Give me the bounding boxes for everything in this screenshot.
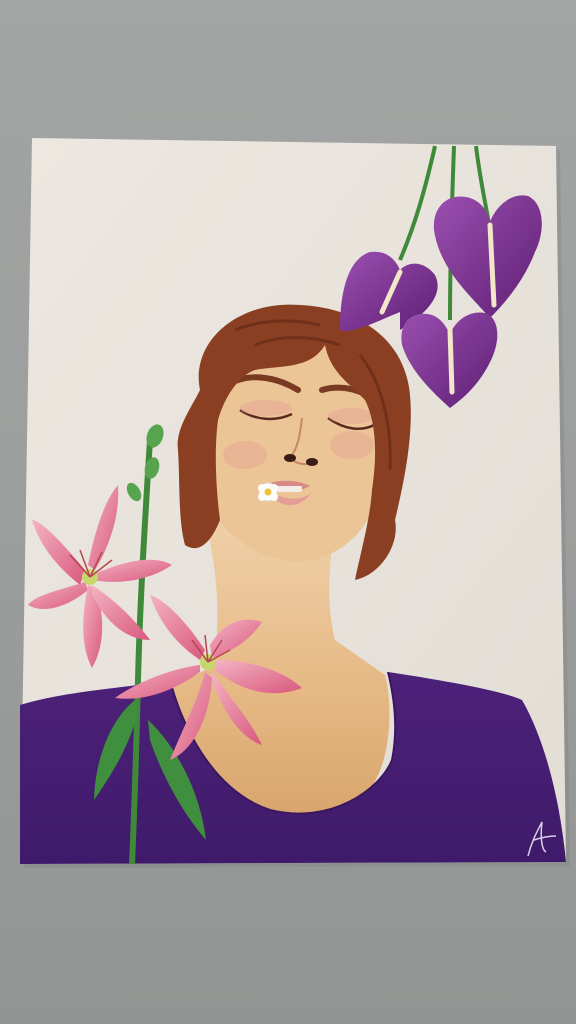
right-nostril xyxy=(306,458,318,466)
artwork xyxy=(20,138,570,868)
left-eyelid xyxy=(240,400,292,416)
left-nostril xyxy=(284,454,296,462)
daisy-icon xyxy=(258,482,278,502)
left-cheek-blush xyxy=(223,441,267,469)
right-cheek-blush xyxy=(330,431,374,459)
teeth xyxy=(276,486,302,492)
right-eyelid xyxy=(328,408,376,424)
